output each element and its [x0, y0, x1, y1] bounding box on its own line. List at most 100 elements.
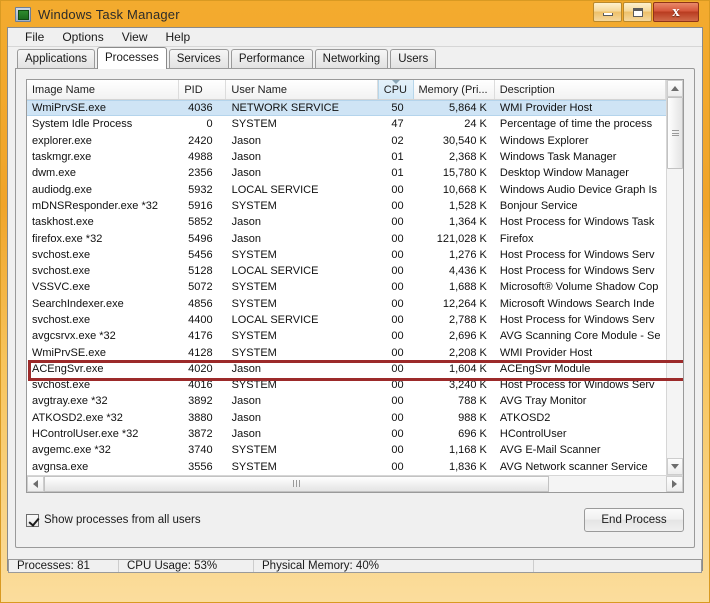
task-manager-window: Windows Task Manager x File Options View…	[0, 0, 710, 603]
cell-image-name: VSSVC.exe	[32, 281, 91, 294]
tab-processes[interactable]: Processes	[97, 47, 167, 69]
column-header-memory[interactable]: Memory (Pri...	[414, 80, 495, 99]
table-row[interactable]: VSSVC.exe 5072 SYSTEM 00 1,688 K Microsoft® V…	[27, 279, 666, 295]
cell-pid: 5852	[188, 216, 213, 229]
horizontal-scrollbar[interactable]	[27, 474, 683, 492]
scroll-up-button[interactable]	[667, 80, 683, 97]
cell-description: Bonjour Service	[499, 199, 578, 212]
vertical-scroll-track[interactable]	[667, 97, 683, 458]
tab-performance[interactable]: Performance	[230, 49, 313, 68]
vertical-scroll-thumb[interactable]	[667, 97, 683, 169]
table-row[interactable]: SearchIndexer.exe 4856 SYSTEM 00 12,264 K Mic…	[27, 296, 666, 312]
table-row[interactable]: svchost.exe 5128 LOCAL SERVICE 00 4,436 K Hos…	[27, 263, 666, 279]
process-list[interactable]: Image Name PID User Name CPU Memory (Pri…	[26, 79, 684, 493]
close-icon: x	[672, 3, 680, 20]
horizontal-scroll-thumb[interactable]	[44, 475, 549, 492]
cell-user-name: Jason	[231, 428, 261, 441]
table-row[interactable]: avgnsa.exe 3556 SYSTEM 00 1,836 K AVG Network…	[27, 459, 666, 475]
cell-description: Microsoft Windows Search Inde	[499, 297, 655, 310]
cell-description: ATKOSD2	[499, 411, 551, 424]
cell-memory: 4,436 K	[448, 265, 487, 278]
table-row[interactable]: ATKOSD2.exe *32 3880 Jason 00 988 K ATKOSD2	[27, 410, 666, 426]
table-row[interactable]: System Idle Process 0 SYSTEM 47 24 K Percenta…	[27, 116, 666, 132]
table-row[interactable]: avgemc.exe *32 3740 SYSTEM 00 1,168 K AVG E-M…	[27, 442, 666, 458]
menu-view[interactable]: View	[113, 28, 157, 46]
cell-description: Host Process for Windows Serv	[499, 379, 655, 392]
cell-description: AVG Tray Monitor	[499, 395, 587, 408]
table-row[interactable]: svchost.exe 4400 LOCAL SERVICE 00 2,788 K Hos…	[27, 312, 666, 328]
cell-cpu: 00	[391, 346, 404, 359]
cell-image-name: ATKOSD2.exe *32	[32, 411, 123, 424]
table-row[interactable]: explorer.exe 2420 Jason 02 30,540 K Windows E…	[27, 133, 666, 149]
checkbox-checked-icon[interactable]	[26, 513, 39, 527]
table-row[interactable]: avgtray.exe *32 3892 Jason 00 788 K AVG Tray …	[27, 393, 666, 409]
menu-bar: File Options View Help	[8, 28, 702, 47]
column-header-pid[interactable]: PID	[179, 80, 227, 99]
cell-user-name: LOCAL SERVICE	[231, 265, 319, 278]
cell-image-name: WmiPrvSE.exe	[32, 102, 106, 115]
table-row[interactable]: taskmgr.exe 4988 Jason 01 2,368 K Windows Tas…	[27, 149, 666, 165]
grip-icon	[671, 128, 679, 137]
table-row[interactable]: HControlUser.exe *32 3872 Jason 00 696 K HCon…	[27, 426, 666, 442]
cell-cpu: 00	[391, 183, 404, 196]
cell-image-name: svchost.exe	[32, 248, 91, 261]
show-all-users-checkbox[interactable]: Show processes from all users	[26, 513, 201, 527]
table-row[interactable]: WmiPrvSE.exe 4036 NETWORK SERVICE 50 5,864 K…	[27, 100, 666, 117]
cell-cpu: 47	[391, 118, 404, 131]
cell-memory: 1,528 K	[448, 199, 487, 212]
table-row[interactable]: WmiPrvSE.exe 4128 SYSTEM 00 2,208 K WMI Provi…	[27, 344, 666, 360]
cell-image-name: explorer.exe	[32, 134, 92, 147]
tab-networking[interactable]: Networking	[314, 49, 389, 68]
cell-user-name: LOCAL SERVICE	[231, 183, 319, 196]
menu-help[interactable]: Help	[157, 28, 200, 46]
cell-cpu: 00	[391, 362, 404, 375]
horizontal-scroll-track[interactable]	[44, 475, 666, 492]
minimize-button[interactable]	[593, 2, 622, 22]
status-bar: Processes: 81 CPU Usage: 53% Physical Me…	[8, 558, 702, 573]
cell-description: WMI Provider Host	[499, 346, 593, 359]
column-header-cpu[interactable]: CPU	[377, 80, 414, 99]
cell-pid: 3872	[188, 428, 213, 441]
table-row[interactable]: mDNSResponder.exe *32 5916 SYSTEM 00 1,528 K…	[27, 198, 666, 214]
cell-memory: 788 K	[458, 395, 487, 408]
table-row[interactable]: taskhost.exe 5852 Jason 00 1,364 K Host Proce…	[27, 214, 666, 230]
tab-applications[interactable]: Applications	[17, 49, 96, 68]
vertical-scrollbar[interactable]	[666, 80, 683, 475]
cell-pid: 5932	[188, 183, 213, 196]
cell-user-name: Jason	[231, 362, 261, 375]
menu-options[interactable]: Options	[53, 28, 112, 46]
table-row[interactable]: avgcsrvx.exe *32 4176 SYSTEM 00 2,696 K AVG S…	[27, 328, 666, 344]
table-row[interactable]: ACEngSvr.exe 4020 Jason 00 1,604 K ACEngSvr M…	[27, 361, 666, 377]
cell-pid: 5456	[188, 248, 213, 261]
cell-pid: 5128	[188, 265, 213, 278]
cell-pid: 3740	[188, 444, 213, 457]
scroll-left-button[interactable]	[27, 475, 44, 492]
tab-users[interactable]: Users	[390, 49, 437, 68]
scroll-down-button[interactable]	[667, 457, 683, 475]
cell-memory: 2,368 K	[448, 151, 487, 164]
minimize-icon	[602, 12, 613, 16]
table-row[interactable]: audiodg.exe 5932 LOCAL SERVICE 00 10,668 K Wi…	[27, 181, 666, 197]
column-header-user-name[interactable]: User Name	[226, 80, 378, 99]
close-button[interactable]: x	[653, 2, 699, 22]
table-row[interactable]: svchost.exe 4016 SYSTEM 00 3,240 K Host Proce…	[27, 377, 666, 393]
cell-description: Windows Audio Device Graph Is	[499, 183, 658, 196]
cell-memory: 12,264 K	[442, 297, 487, 310]
scroll-right-button[interactable]	[666, 475, 683, 492]
menu-file[interactable]: File	[16, 28, 53, 46]
cell-description: Host Process for Windows Task	[499, 216, 655, 229]
maximize-button[interactable]	[623, 2, 652, 22]
column-header-image-name[interactable]: Image Name	[27, 80, 180, 99]
table-row[interactable]: dwm.exe 2356 Jason 01 15,780 K Desktop Window…	[27, 165, 666, 181]
table-row[interactable]: firefox.exe *32 5496 Jason 00 121,028 K Firef…	[27, 230, 666, 246]
cell-image-name: svchost.exe	[32, 379, 91, 392]
tab-services[interactable]: Services	[168, 49, 229, 68]
cell-pid: 4036	[188, 102, 213, 115]
column-header-description[interactable]: Description	[495, 80, 666, 99]
table-row[interactable]: svchost.exe 5456 SYSTEM 00 1,276 K Host Proce…	[27, 247, 666, 263]
end-process-button[interactable]: End Process	[584, 508, 684, 533]
cell-user-name: Jason	[231, 232, 261, 245]
cell-user-name: SYSTEM	[231, 460, 277, 473]
show-all-users-label: Show processes from all users	[44, 514, 201, 527]
title-bar[interactable]: Windows Task Manager x	[7, 1, 703, 27]
